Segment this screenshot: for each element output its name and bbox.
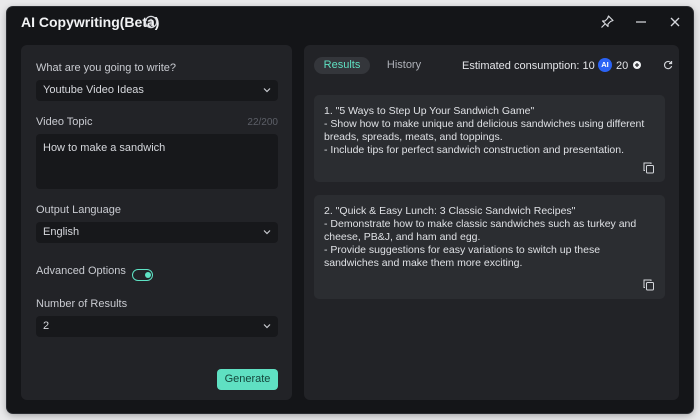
result-point: - Show how to make unique and delicious … [324,118,648,143]
copy-icon[interactable] [643,162,655,174]
info-icon[interactable] [144,15,158,29]
result-point: - Include tips for perfect sandwich cons… [324,144,624,156]
ai-copywriting-window: AI Copywriting(Beta) What are you going … [7,7,693,413]
number-of-results-value: 2 [43,320,50,332]
chevron-down-icon [263,230,271,235]
chevron-down-icon [263,88,271,93]
write-type-select[interactable]: Youtube Video Ideas [36,80,278,101]
credits-count: 20 [616,60,629,72]
refresh-icon[interactable] [663,60,673,70]
write-type-value: Youtube Video Ideas [43,84,144,96]
output-language-label: Output Language [36,204,122,216]
video-topic-value: How to make a sandwich [43,142,166,154]
number-of-results-select[interactable]: 2 [36,316,278,337]
estimated-consumption: Estimated consumption: 10 [462,60,595,72]
title-bar: AI Copywriting(Beta) [7,7,693,39]
minimize-icon[interactable] [633,14,649,30]
video-topic-input[interactable]: How to make a sandwich [36,134,278,189]
plus-icon[interactable] [633,61,641,69]
advanced-options-label: Advanced Options [36,265,126,277]
write-type-label: What are you going to write? [36,62,177,74]
ai-credits-badge: AI [598,58,612,72]
results-tabs: Results History [314,57,434,74]
input-panel: What are you going to write? Youtube Vid… [21,45,292,400]
close-icon[interactable] [667,14,683,30]
window-title: AI Copywriting(Beta) [21,14,160,30]
generate-button[interactable]: Generate [217,369,278,390]
copy-icon[interactable] [643,279,655,291]
chevron-down-icon [263,324,271,329]
result-title: 2. "Quick & Easy Lunch: 3 Classic Sandwi… [324,205,576,217]
output-language-select[interactable]: English [36,222,278,243]
results-panel: Results History Estimated consumption: 1… [304,45,679,400]
number-of-results-label: Number of Results [36,298,128,310]
result-title: 1. "5 Ways to Step Up Your Sandwich Game… [324,105,535,117]
result-card: 2. "Quick & Easy Lunch: 3 Classic Sandwi… [314,195,665,299]
ai-badge-text: AI [601,60,609,69]
tab-results[interactable]: Results [314,57,370,74]
toggle-knob [144,271,151,278]
pin-icon[interactable] [599,14,615,30]
video-topic-label: Video Topic [36,116,93,128]
result-point: - Provide suggestions for easy variation… [324,244,603,269]
topic-char-counter: 22/200 [247,117,278,128]
result-point: - Demonstrate how to make classic sandwi… [324,218,640,243]
output-language-value: English [43,226,80,238]
advanced-options-toggle[interactable] [132,269,153,281]
tab-history[interactable]: History [386,57,422,74]
result-card: 1. "5 Ways to Step Up Your Sandwich Game… [314,95,665,182]
